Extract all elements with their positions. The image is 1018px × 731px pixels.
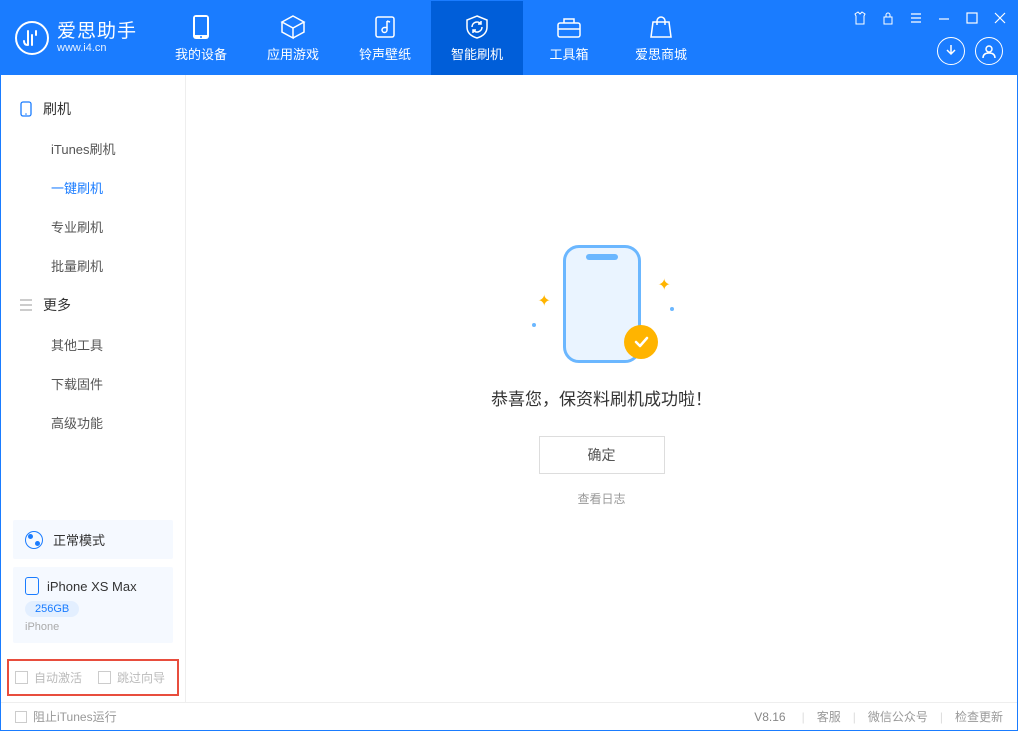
- checkbox-label: 自动激活: [34, 669, 82, 686]
- tab-label: 智能刷机: [451, 44, 503, 63]
- tab-ringtone-wallpaper[interactable]: 铃声壁纸: [339, 1, 431, 75]
- minimize-button[interactable]: [933, 7, 955, 29]
- device-name: iPhone XS Max: [47, 579, 137, 594]
- separator: |: [853, 710, 856, 724]
- tab-store[interactable]: 爱思商城: [615, 1, 707, 75]
- success-message: 恭喜您，保资料刷机成功啦！: [491, 385, 712, 410]
- refresh-shield-icon: [464, 14, 490, 40]
- sparkle-icon: ✦: [538, 291, 546, 299]
- close-button[interactable]: [989, 7, 1011, 29]
- group-title: 更多: [43, 295, 71, 315]
- toolbox-icon: [556, 14, 582, 40]
- maximize-button[interactable]: [961, 7, 983, 29]
- tab-label: 应用游戏: [267, 44, 319, 63]
- tab-my-device[interactable]: 我的设备: [155, 1, 247, 75]
- sidebar-item-advanced[interactable]: 高级功能: [1, 403, 185, 442]
- tab-label: 工具箱: [550, 44, 589, 63]
- lock-icon[interactable]: [877, 7, 899, 29]
- device-capacity: 256GB: [25, 601, 79, 617]
- download-button[interactable]: [937, 37, 965, 65]
- checkmark-badge-icon: [624, 325, 658, 359]
- checkbox-auto-activate[interactable]: 自动激活: [15, 669, 82, 686]
- body: 刷机 iTunes刷机 一键刷机 专业刷机 批量刷机 更多 其他工具 下载固件 …: [1, 75, 1017, 702]
- main-content: ✦ ✦ 恭喜您，保资料刷机成功啦！ 确定 查看日志: [186, 75, 1017, 702]
- checkbox-block-itunes[interactable]: 阻止iTunes运行: [15, 708, 117, 725]
- tab-label: 铃声壁纸: [359, 44, 411, 63]
- shopping-bag-icon: [648, 14, 674, 40]
- sidebar-item-itunes-flash[interactable]: iTunes刷机: [1, 129, 185, 168]
- sidebar: 刷机 iTunes刷机 一键刷机 专业刷机 批量刷机 更多 其他工具 下载固件 …: [1, 75, 186, 702]
- dot-icon: [532, 323, 536, 327]
- dot-icon: [670, 307, 674, 311]
- tab-toolbox[interactable]: 工具箱: [523, 1, 615, 75]
- device-card[interactable]: iPhone XS Max 256GB iPhone: [13, 567, 173, 643]
- sparkle-icon: ✦: [658, 275, 666, 283]
- separator: |: [802, 710, 805, 724]
- phone-icon: [188, 14, 214, 40]
- view-log-link[interactable]: 查看日志: [577, 490, 625, 507]
- music-note-icon: [372, 14, 398, 40]
- top-tabs: 我的设备 应用游戏 铃声壁纸 智能刷机 工具箱 爱思商城: [155, 1, 707, 75]
- checkbox-icon: [98, 671, 111, 684]
- sidebar-item-download-firmware[interactable]: 下载固件: [1, 364, 185, 403]
- sidebar-group-flash[interactable]: 刷机: [1, 89, 185, 129]
- user-button[interactable]: [975, 37, 1003, 65]
- tab-apps-games[interactable]: 应用游戏: [247, 1, 339, 75]
- device-type: iPhone: [25, 621, 161, 633]
- app-logo: 爱思助手 www.i4.cn: [1, 1, 155, 75]
- highlighted-options-box: 自动激活 跳过向导: [7, 659, 179, 696]
- shirt-icon[interactable]: [849, 7, 871, 29]
- checkbox-label: 阻止iTunes运行: [33, 708, 117, 725]
- version-label: V8.16: [754, 710, 785, 724]
- tab-label: 爱思商城: [635, 44, 687, 63]
- mode-card[interactable]: 正常模式: [13, 520, 173, 559]
- sidebar-item-pro-flash[interactable]: 专业刷机: [1, 207, 185, 246]
- checkbox-label: 跳过向导: [117, 669, 165, 686]
- app-url: www.i4.cn: [57, 42, 137, 54]
- success-illustration: ✦ ✦: [542, 245, 662, 365]
- logo-icon: [15, 21, 49, 55]
- device-phone-icon: [25, 577, 39, 595]
- title-bar: 爱思助手 www.i4.cn 我的设备 应用游戏 铃声壁纸 智能刷机 工具箱 爱…: [1, 1, 1017, 75]
- cube-icon: [280, 14, 306, 40]
- phone-outline-icon: [19, 102, 33, 116]
- tab-label: 我的设备: [175, 44, 227, 63]
- check-update-link[interactable]: 检查更新: [955, 708, 1003, 725]
- checkbox-skip-guide[interactable]: 跳过向导: [98, 669, 165, 686]
- footer: 阻止iTunes运行 V8.16 | 客服 | 微信公众号 | 检查更新: [1, 702, 1017, 730]
- sidebar-item-oneclick-flash[interactable]: 一键刷机: [1, 168, 185, 207]
- sidebar-item-batch-flash[interactable]: 批量刷机: [1, 246, 185, 285]
- sidebar-item-other-tools[interactable]: 其他工具: [1, 325, 185, 364]
- ok-button[interactable]: 确定: [539, 436, 665, 474]
- sidebar-group-more[interactable]: 更多: [1, 285, 185, 325]
- wechat-link[interactable]: 微信公众号: [868, 708, 928, 725]
- checkbox-icon: [15, 671, 28, 684]
- group-title: 刷机: [43, 99, 71, 119]
- menu-list-icon[interactable]: [905, 7, 927, 29]
- mode-icon: [25, 531, 43, 549]
- support-link[interactable]: 客服: [817, 708, 841, 725]
- mode-label: 正常模式: [53, 530, 105, 549]
- app-name: 爱思助手: [57, 22, 137, 43]
- separator: |: [940, 710, 943, 724]
- tab-smart-flash[interactable]: 智能刷机: [431, 1, 523, 75]
- hamburger-icon: [19, 298, 33, 312]
- checkbox-icon: [15, 711, 27, 723]
